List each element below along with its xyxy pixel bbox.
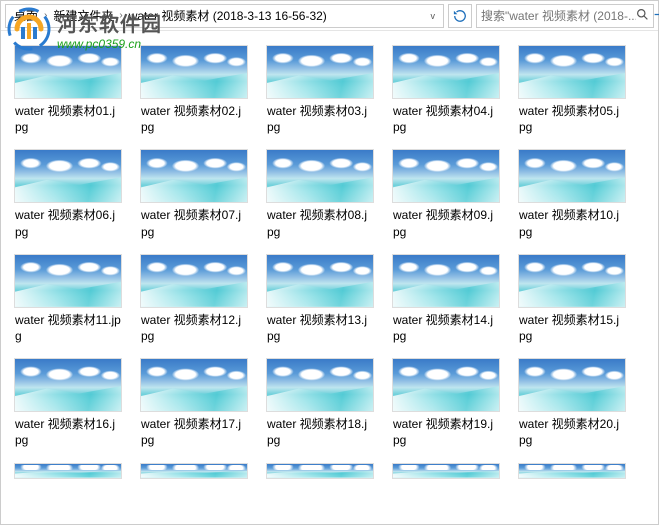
file-name-label: water 视频素材19.jpg (391, 416, 501, 448)
file-name-label: water 视频素材05.jpg (517, 103, 627, 135)
file-item[interactable]: water 视频素材13.jpg (261, 250, 379, 348)
file-thumbnail (140, 254, 248, 308)
refresh-icon (453, 9, 467, 23)
file-item[interactable]: water 视频素材04.jpg (387, 41, 505, 139)
file-thumbnail (392, 463, 500, 479)
file-name-label: water 视频素材04.jpg (391, 103, 501, 135)
file-item[interactable]: water 视频素材12.jpg (135, 250, 253, 348)
file-name-label: water 视频素材06.jpg (13, 207, 123, 239)
file-thumbnail (266, 45, 374, 99)
file-name-label: water 视频素材11.jpg (13, 312, 123, 344)
file-thumbnail (518, 463, 626, 479)
file-thumbnail (266, 149, 374, 203)
search-go-icon[interactable] (653, 8, 659, 24)
file-item[interactable]: water 视频素材11.jpg (9, 250, 127, 348)
file-thumbnail (266, 463, 374, 479)
breadcrumb-item[interactable]: water 视频素材 (2018-3-13 16-56-32) (125, 5, 331, 27)
chevron-right-icon[interactable]: › (117, 10, 124, 21)
file-item[interactable]: water 视频素材18.jpg (261, 354, 379, 452)
file-name-label: water 视频素材03.jpg (265, 103, 375, 135)
file-item[interactable]: water 视频素材07.jpg (135, 145, 253, 243)
file-item[interactable]: water 视频素材08.jpg (261, 145, 379, 243)
file-item[interactable]: water 视频素材17.jpg (135, 354, 253, 452)
file-name-label: water 视频素材15.jpg (517, 312, 627, 344)
file-item[interactable]: water 视频素材01.jpg (9, 41, 127, 139)
breadcrumb-item[interactable]: 新建文件夹 (49, 5, 117, 27)
file-name-label: water 视频素材14.jpg (391, 312, 501, 344)
search-input[interactable] (481, 9, 636, 23)
refresh-button[interactable] (448, 4, 472, 28)
file-thumbnail (140, 463, 248, 479)
search-box[interactable] (476, 4, 654, 28)
file-pane[interactable]: water 视频素材01.jpg water 视频素材02.jpg water 视频… (1, 31, 658, 524)
chevron-down-icon[interactable]: v (427, 11, 440, 21)
file-thumbnail (518, 45, 626, 99)
file-thumbnail (14, 254, 122, 308)
file-item[interactable] (387, 459, 505, 487)
file-name-label: water 视频素材07.jpg (139, 207, 249, 239)
file-thumbnail (266, 254, 374, 308)
file-name-label: water 视频素材10.jpg (517, 207, 627, 239)
file-item[interactable] (135, 459, 253, 487)
file-item[interactable]: water 视频素材05.jpg (513, 41, 631, 139)
file-thumbnail (14, 149, 122, 203)
file-thumbnail (392, 254, 500, 308)
file-thumbnail (518, 358, 626, 412)
file-item[interactable]: water 视频素材03.jpg (261, 41, 379, 139)
file-name-label: water 视频素材17.jpg (139, 416, 249, 448)
file-name-label: water 视频素材16.jpg (13, 416, 123, 448)
file-name-label: water 视频素材09.jpg (391, 207, 501, 239)
file-thumbnail (140, 45, 248, 99)
file-name-label: water 视频素材12.jpg (139, 312, 249, 344)
file-thumbnail (140, 149, 248, 203)
breadcrumb-item[interactable]: 桌面 (10, 5, 42, 27)
file-item[interactable] (261, 459, 379, 487)
file-name-label: water 视频素材20.jpg (517, 416, 627, 448)
file-thumbnail (140, 358, 248, 412)
file-name-label: water 视频素材02.jpg (139, 103, 249, 135)
file-item[interactable]: water 视频素材02.jpg (135, 41, 253, 139)
file-thumbnail (14, 358, 122, 412)
file-item[interactable]: water 视频素材15.jpg (513, 250, 631, 348)
file-name-label: water 视频素材13.jpg (265, 312, 375, 344)
file-name-label: water 视频素材18.jpg (265, 416, 375, 448)
chevron-right-icon[interactable]: › (42, 10, 49, 21)
breadcrumb[interactable]: 桌面 › 新建文件夹 › water 视频素材 (2018-3-13 16-56… (5, 4, 444, 28)
file-name-label: water 视频素材08.jpg (265, 207, 375, 239)
file-thumbnail (14, 463, 122, 479)
file-item[interactable] (513, 459, 631, 487)
file-item[interactable]: water 视频素材09.jpg (387, 145, 505, 243)
file-item[interactable]: water 视频素材19.jpg (387, 354, 505, 452)
file-item[interactable]: water 视频素材16.jpg (9, 354, 127, 452)
file-thumbnail (518, 254, 626, 308)
file-item[interactable]: water 视频素材10.jpg (513, 145, 631, 243)
file-item[interactable] (9, 459, 127, 487)
file-item[interactable]: water 视频素材14.jpg (387, 250, 505, 348)
file-item[interactable]: water 视频素材06.jpg (9, 145, 127, 243)
file-thumbnail (14, 45, 122, 99)
file-thumbnail (266, 358, 374, 412)
address-bar: 桌面 › 新建文件夹 › water 视频素材 (2018-3-13 16-56… (1, 1, 658, 31)
file-thumbnail (518, 149, 626, 203)
file-item[interactable]: water 视频素材20.jpg (513, 354, 631, 452)
file-thumbnail (392, 149, 500, 203)
search-icon[interactable] (636, 8, 649, 24)
file-name-label: water 视频素材01.jpg (13, 103, 123, 135)
file-thumbnail (392, 358, 500, 412)
file-thumbnail (392, 45, 500, 99)
